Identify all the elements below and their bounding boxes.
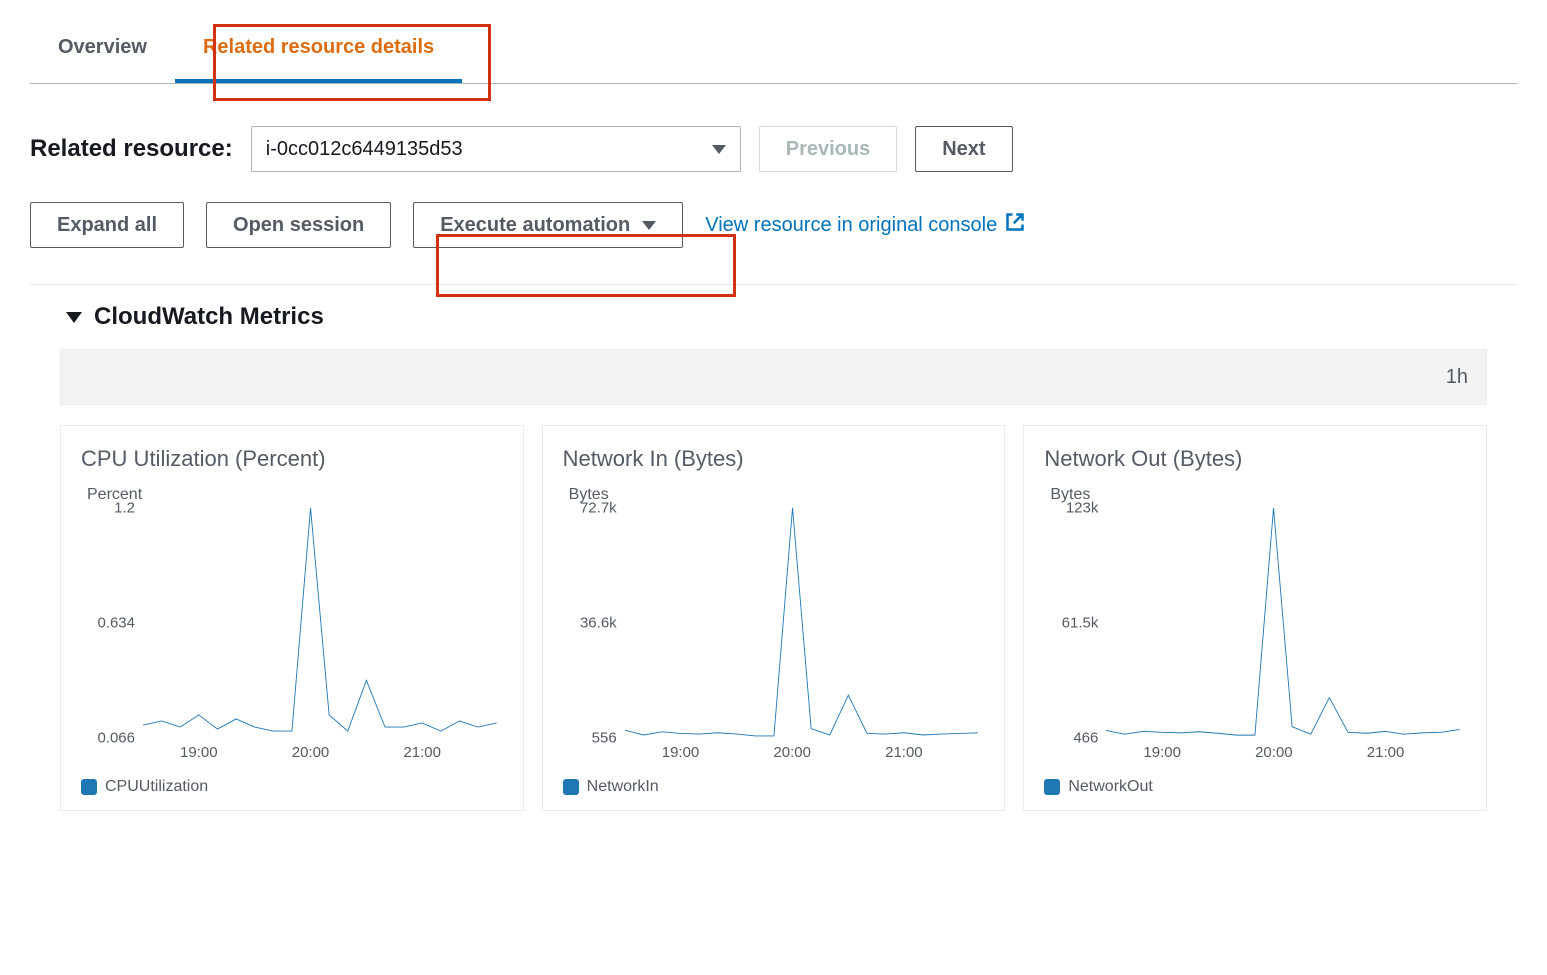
chevron-down-icon bbox=[642, 221, 656, 230]
triangle-down-icon bbox=[66, 312, 82, 323]
related-resource-select[interactable]: i-0cc012c6449135d53 bbox=[251, 126, 741, 172]
x-axis-tick: 20:00 bbox=[1255, 744, 1293, 761]
previous-button: Previous bbox=[759, 126, 897, 172]
open-session-button[interactable]: Open session bbox=[206, 202, 391, 248]
legend-series-name: CPUUtilization bbox=[105, 778, 208, 796]
x-axis-tick: 21:00 bbox=[403, 744, 441, 761]
y-axis-tick: 0.066 bbox=[79, 730, 135, 747]
time-range-1h[interactable]: 1h bbox=[1446, 366, 1468, 389]
chevron-down-icon bbox=[712, 145, 726, 154]
legend-swatch bbox=[563, 779, 579, 795]
related-resource-selected: i-0cc012c6449135d53 bbox=[266, 138, 700, 161]
tab-related-resource-details[interactable]: Related resource details bbox=[175, 18, 462, 83]
y-axis-tick: 36.6k bbox=[561, 615, 617, 632]
metric-card-unit: Percent bbox=[81, 486, 503, 504]
metric-card: Network In (Bytes) Bytes 556 36.6k 72.7k 19:0… bbox=[542, 425, 1006, 811]
legend-swatch bbox=[1044, 779, 1060, 795]
metric-card-unit: Bytes bbox=[563, 486, 985, 504]
y-axis-tick: 61.5k bbox=[1042, 615, 1098, 632]
metric-card-unit: Bytes bbox=[1044, 486, 1466, 504]
metric-card: Network Out (Bytes) Bytes 466 61.5k 123k 19:0… bbox=[1023, 425, 1487, 811]
tab-overview[interactable]: Overview bbox=[30, 18, 175, 83]
legend-swatch bbox=[81, 779, 97, 795]
next-button[interactable]: Next bbox=[915, 126, 1012, 172]
tabs: Overview Related resource details bbox=[30, 18, 1517, 84]
y-axis-tick: 556 bbox=[561, 730, 617, 747]
metrics-toolbar: 1h bbox=[60, 349, 1487, 405]
external-link-icon bbox=[1005, 212, 1025, 238]
y-axis-tick: 0.634 bbox=[79, 615, 135, 632]
metric-card-title: CPU Utilization (Percent) bbox=[81, 446, 503, 472]
chart-legend: CPUUtilization bbox=[81, 778, 503, 796]
metric-card-title: Network In (Bytes) bbox=[563, 446, 985, 472]
legend-series-name: NetworkIn bbox=[587, 778, 659, 796]
view-resource-link-text: View resource in original console bbox=[705, 214, 997, 237]
x-axis-tick: 19:00 bbox=[662, 744, 700, 761]
legend-series-name: NetworkOut bbox=[1068, 778, 1152, 796]
execute-automation-label: Execute automation bbox=[440, 214, 630, 237]
cloudwatch-metrics-section-toggle[interactable]: CloudWatch Metrics bbox=[30, 285, 1517, 349]
metric-chart: 46661.5k123k19:0020:0021:00 bbox=[1044, 508, 1466, 768]
execute-automation-button[interactable]: Execute automation bbox=[413, 202, 683, 248]
x-axis-tick: 20:00 bbox=[292, 744, 330, 761]
y-axis-tick: 466 bbox=[1042, 730, 1098, 747]
x-axis-tick: 20:00 bbox=[773, 744, 811, 761]
view-resource-original-console-link[interactable]: View resource in original console bbox=[705, 212, 1025, 238]
chart-legend: NetworkIn bbox=[563, 778, 985, 796]
chart-legend: NetworkOut bbox=[1044, 778, 1466, 796]
related-resource-label: Related resource: bbox=[30, 135, 233, 163]
metric-card-title: Network Out (Bytes) bbox=[1044, 446, 1466, 472]
x-axis-tick: 19:00 bbox=[1143, 744, 1181, 761]
x-axis-tick: 21:00 bbox=[885, 744, 923, 761]
x-axis-tick: 19:00 bbox=[180, 744, 218, 761]
y-axis-tick: 1.2 bbox=[79, 500, 135, 517]
metric-chart: 55636.6k72.7k19:0020:0021:00 bbox=[563, 508, 985, 768]
metric-card: CPU Utilization (Percent) Percent 0.066 0.6… bbox=[60, 425, 524, 811]
y-axis-tick: 72.7k bbox=[561, 500, 617, 517]
y-axis-tick: 123k bbox=[1042, 500, 1098, 517]
section-title: CloudWatch Metrics bbox=[94, 303, 324, 331]
expand-all-button[interactable]: Expand all bbox=[30, 202, 184, 248]
metric-chart: 0.0660.6341.219:0020:0021:00 bbox=[81, 508, 503, 768]
x-axis-tick: 21:00 bbox=[1367, 744, 1405, 761]
